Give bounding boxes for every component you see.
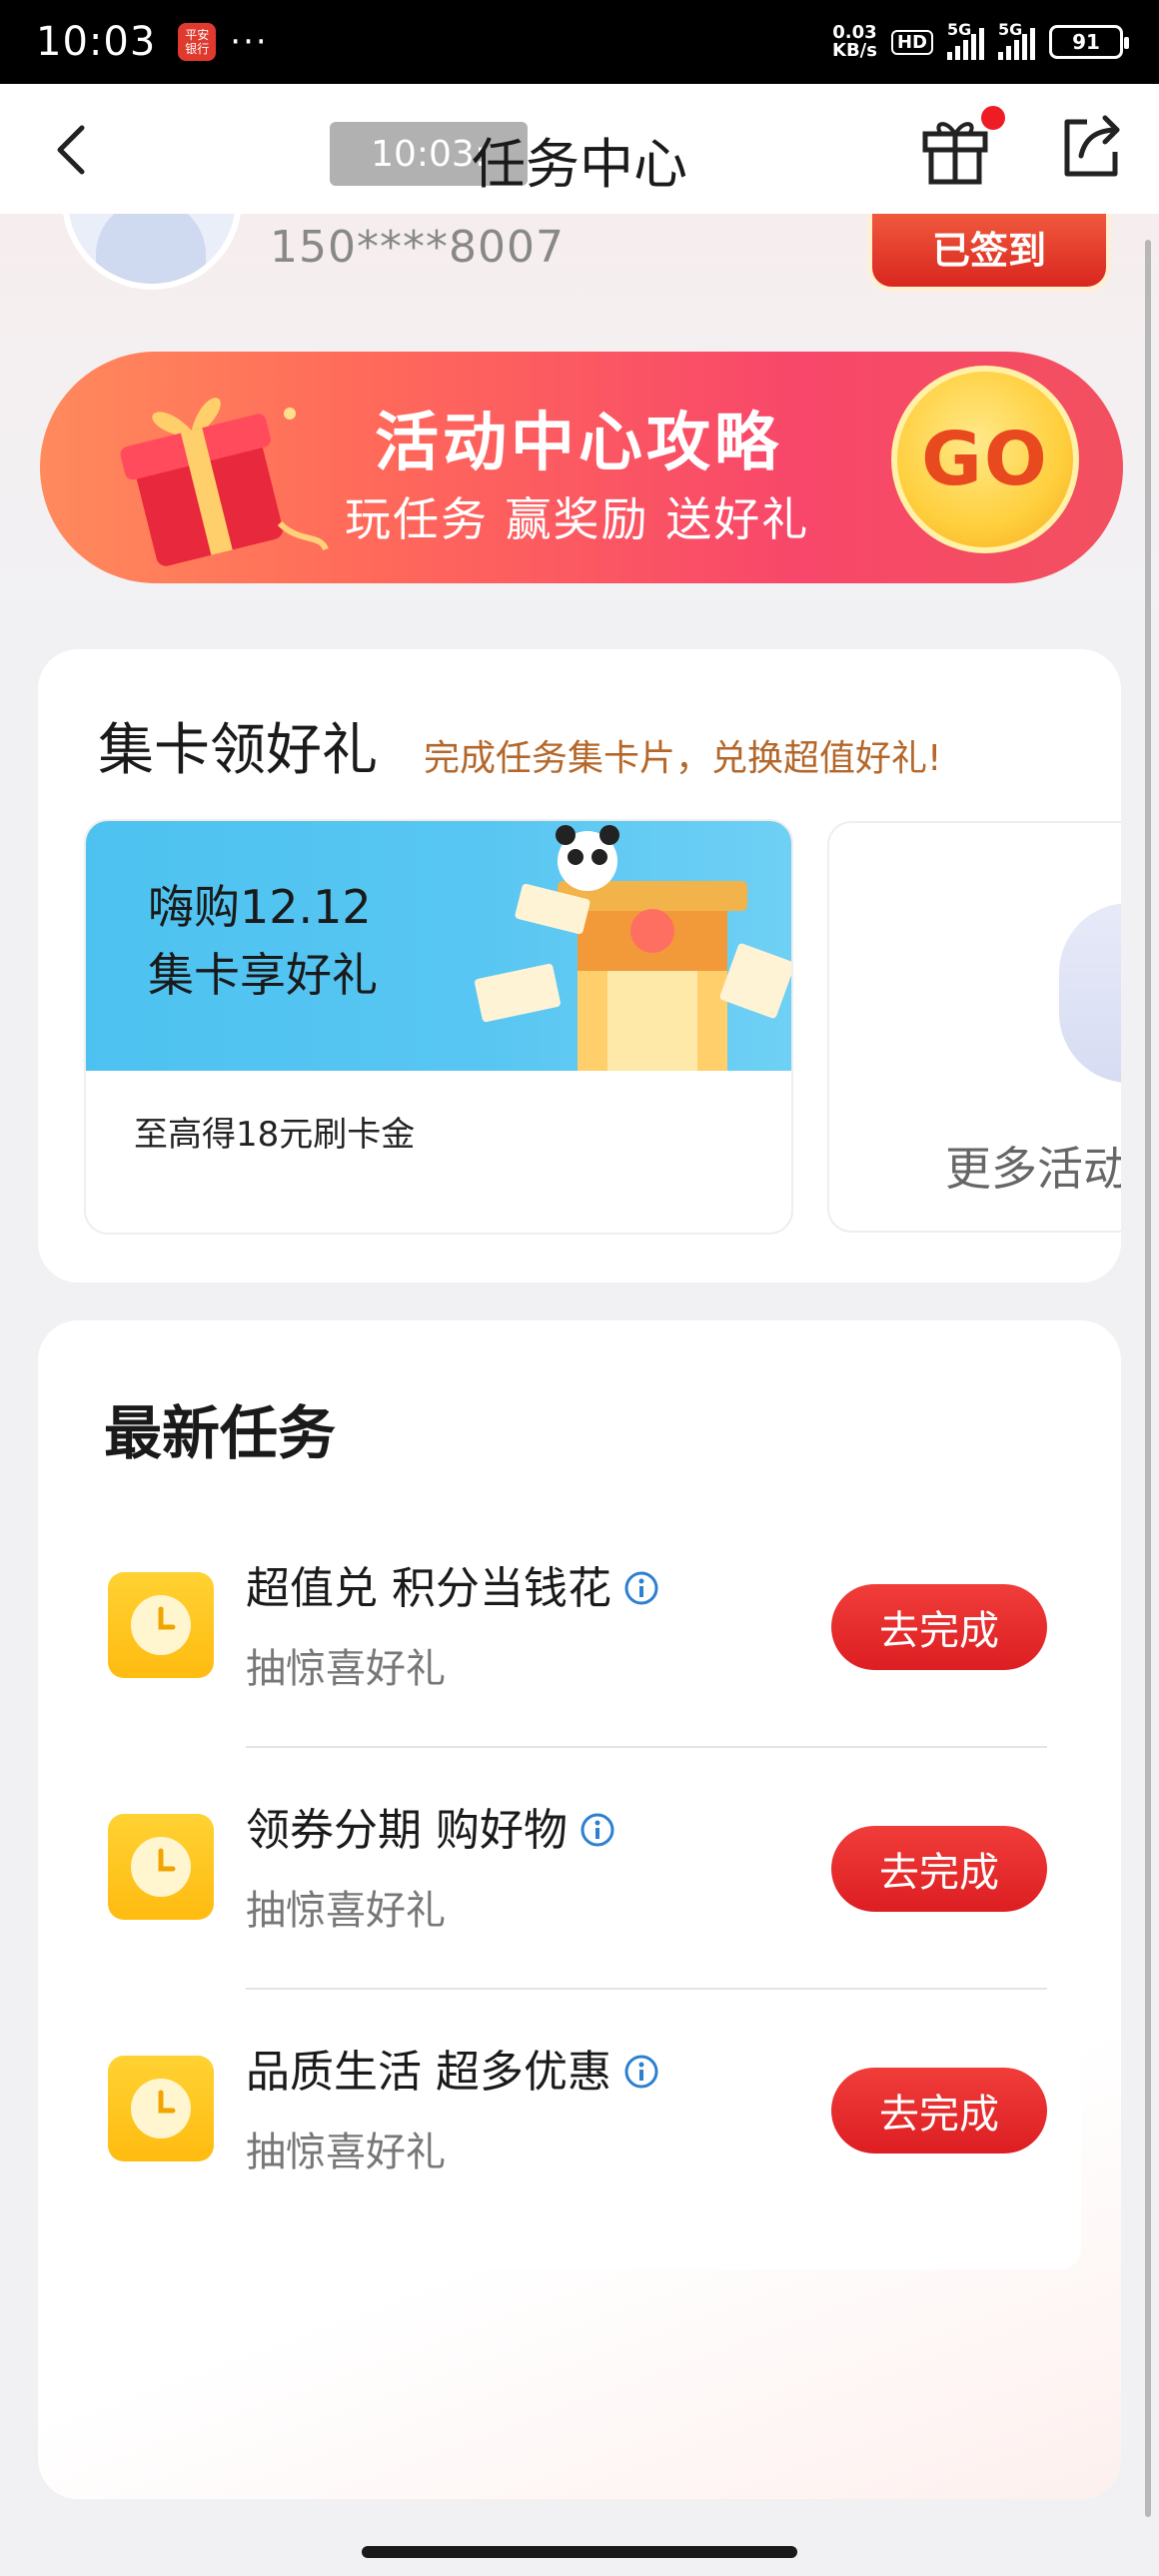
battery-icon: 91 xyxy=(1049,25,1129,59)
banner-subtitle: 玩任务 赢奖励 送好礼 xyxy=(345,492,810,546)
network-speed: 0.03 KB/s xyxy=(832,22,877,61)
system-navigation-bar xyxy=(0,2532,1159,2576)
signal-strength-icon: 5G xyxy=(947,20,984,60)
go-button[interactable]: GO xyxy=(891,366,1079,553)
back-arrow-icon[interactable] xyxy=(44,120,104,180)
task-row: 领券分期 购好物 抽惊喜好礼 去完成 xyxy=(38,1748,1121,1990)
clock-icon xyxy=(108,2056,214,2161)
collect-cards-section: 集卡领好礼 完成任务集卡片，兑换超值好礼! 嗨购12.12 集卡享好礼 至高得1… xyxy=(38,649,1121,1283)
info-icon[interactable] xyxy=(580,1812,615,1848)
banner-title: 活动中心攻略 xyxy=(375,407,782,480)
bank-app-notification-icon: 平安 银行 xyxy=(178,23,217,61)
navigation-header: 10:03: 任务中心 xyxy=(0,84,1159,214)
event-title-line2: 集卡享好礼 xyxy=(148,948,378,1002)
status-time: 10:03 xyxy=(36,19,157,65)
task-reward: 抽惊喜好礼 xyxy=(246,2130,446,2175)
activity-guide-banner[interactable]: 活动中心攻略 玩任务 赢奖励 送好礼 GO xyxy=(40,352,1123,583)
task-title: 领券分期 购好物 xyxy=(246,1794,615,1858)
event-banner-image: 嗨购12.12 集卡享好礼 xyxy=(86,821,791,1071)
more-activities-illustration xyxy=(1059,903,1121,1083)
more-notifications-indicator: ··· xyxy=(230,22,269,62)
shop-illustration-icon xyxy=(475,825,791,1071)
status-indicators: 0.03 KB/s HD 5G 5G 91 xyxy=(832,20,1129,61)
tasks-heading: 最新任务 xyxy=(104,1399,337,1467)
hd-voice-icon: HD xyxy=(890,29,933,55)
clock-icon xyxy=(108,1814,214,1920)
time-overlay: 10:03: xyxy=(330,122,528,186)
clock-icon xyxy=(108,1572,214,1678)
task-title: 超值兑 积分当钱花 xyxy=(246,1552,659,1616)
event-card[interactable]: 嗨购12.12 集卡享好礼 至高得18元刷卡金 xyxy=(84,819,793,1235)
scrollbar[interactable] xyxy=(1145,240,1151,2517)
task-reward: 抽惊喜好礼 xyxy=(246,1888,446,1934)
gift-box-icon xyxy=(120,398,329,566)
more-activities-card[interactable]: 更多活动 xyxy=(827,821,1121,1233)
task-title: 品质生活 超多优惠 xyxy=(246,2036,659,2100)
home-indicator[interactable] xyxy=(362,2546,797,2558)
user-phone-number: 150****8007 xyxy=(270,222,565,273)
complete-task-button[interactable]: 去完成 xyxy=(831,1584,1047,1670)
complete-task-button[interactable]: 去完成 xyxy=(831,2068,1047,2153)
notification-dot xyxy=(981,106,1005,130)
task-reward: 抽惊喜好礼 xyxy=(246,1646,446,1692)
event-title-line1: 嗨购12.12 xyxy=(148,880,372,934)
task-row: 品质生活 超多优惠 抽惊喜好礼 去完成 xyxy=(38,1990,1121,2231)
task-row: 超值兑 积分当钱花 抽惊喜好礼 去完成 xyxy=(38,1506,1121,1748)
complete-task-button[interactable]: 去完成 xyxy=(831,1826,1047,1912)
status-bar: 10:03 平安 银行 ··· 0.03 KB/s HD 5G 5G 91 xyxy=(0,0,1159,84)
gift-icon[interactable] xyxy=(919,110,991,186)
event-description: 至高得18元刷卡金 xyxy=(134,1115,416,1155)
section-title: 集卡领好礼 xyxy=(98,718,378,783)
info-icon[interactable] xyxy=(623,2054,659,2090)
section-subtitle: 完成任务集卡片，兑换超值好礼! xyxy=(424,738,942,779)
signed-in-badge[interactable]: 已签到 xyxy=(867,208,1111,292)
signal-strength-icon: 5G xyxy=(998,20,1035,60)
info-icon[interactable] xyxy=(623,1570,659,1606)
share-icon[interactable] xyxy=(1057,112,1125,182)
more-activities-label: 更多活动 xyxy=(945,1142,1121,1196)
latest-tasks-section: 最新任务 超值兑 积分当钱花 抽惊喜好礼 去完成 领券分期 购好物 抽惊喜好礼 … xyxy=(38,1320,1121,2499)
